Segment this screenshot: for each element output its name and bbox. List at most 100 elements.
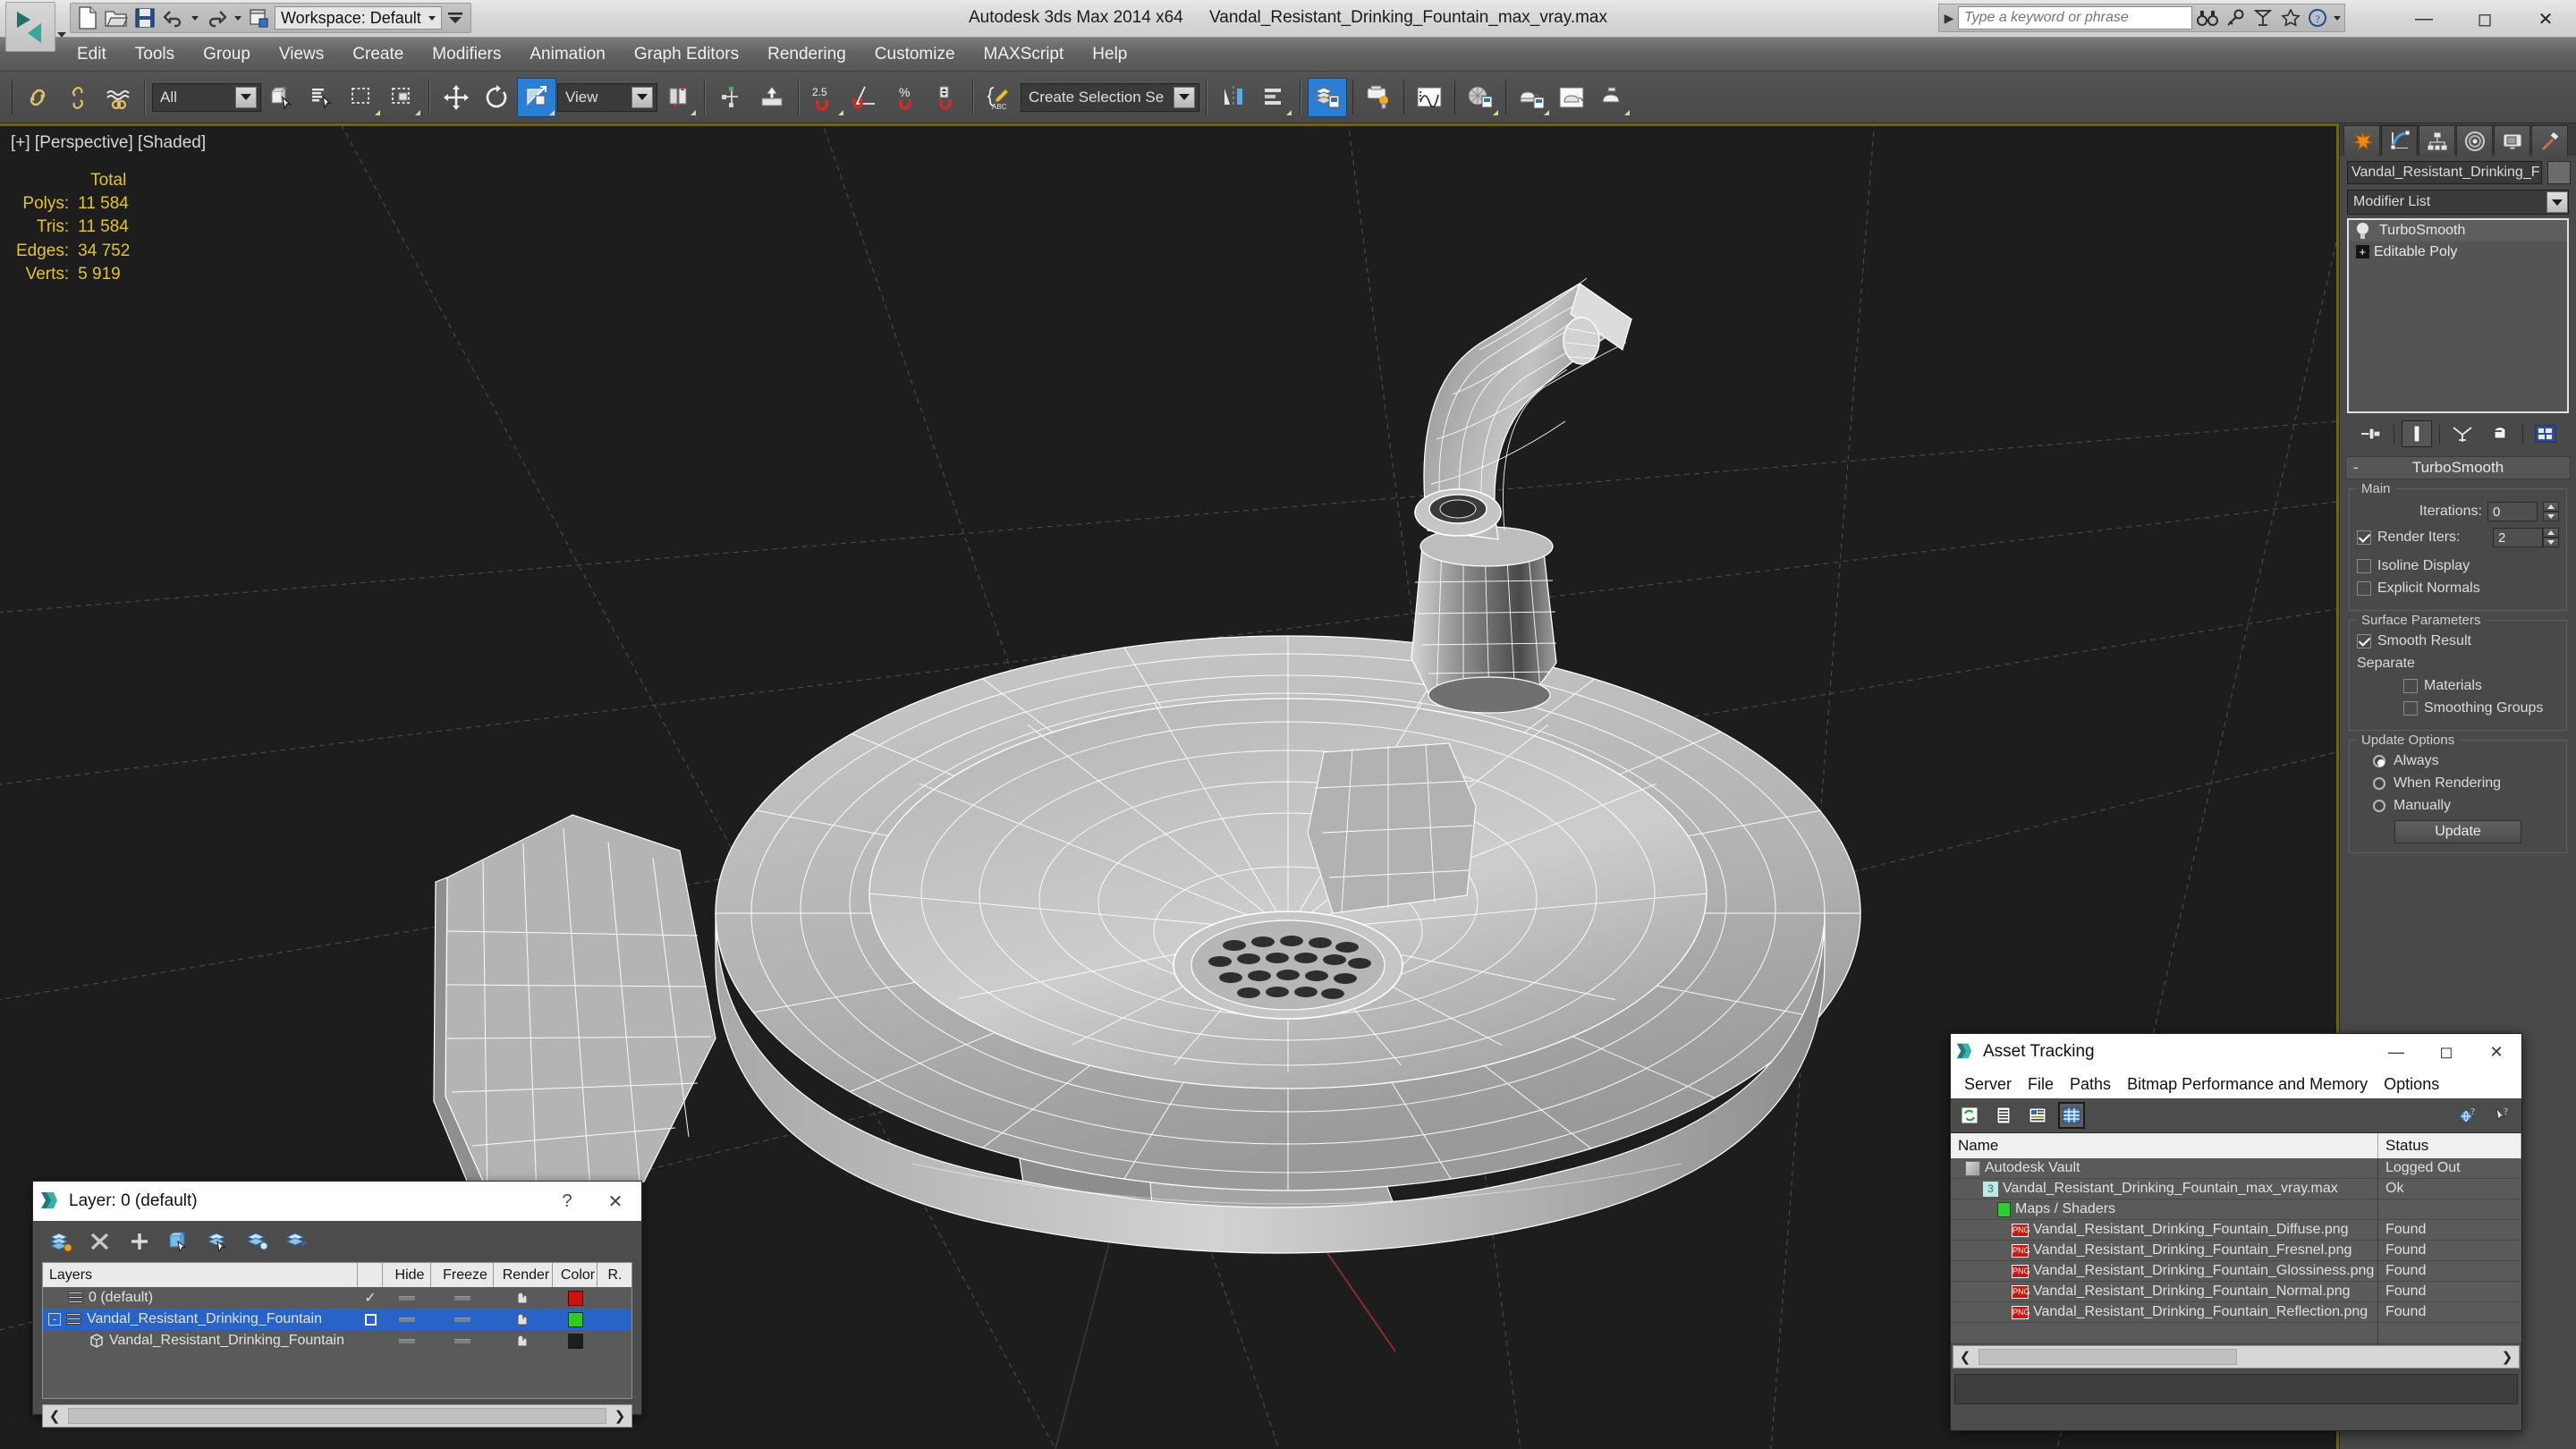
hierarchy-tab[interactable]	[2419, 125, 2455, 156]
smoothing-groups-checkbox[interactable]	[2403, 701, 2418, 716]
select-by-name-icon[interactable]	[302, 78, 342, 117]
asset-maximize-button[interactable]: ◻	[2425, 1035, 2468, 1069]
radiosity-toggle[interactable]	[597, 1287, 626, 1309]
add-selection-to-layer-icon[interactable]	[126, 1228, 153, 1255]
select-objects-in-layer-icon[interactable]	[165, 1228, 192, 1255]
workspace-selector[interactable]: Workspace: Default	[275, 6, 442, 30]
layer-color-swatch[interactable]	[553, 1330, 597, 1352]
motion-tab[interactable]	[2456, 125, 2493, 156]
key-icon[interactable]	[2223, 5, 2248, 30]
scroll-thumb[interactable]	[68, 1408, 606, 1424]
table-row[interactable]: Vandal_Resistant_Drinking_Fountain	[43, 1330, 631, 1352]
reference-coordinate-combo[interactable]: View	[557, 82, 657, 112]
current-layer-check[interactable]	[358, 1309, 383, 1330]
maximize-button[interactable]: ◻	[2454, 0, 2515, 38]
project-folder-icon[interactable]	[246, 5, 273, 30]
hide-unhide-layer-icon[interactable]	[284, 1228, 310, 1255]
asset-row-name[interactable]: PNG Vandal_Resistant_Drinking_Fountain_R…	[1951, 1301, 2378, 1323]
table-row[interactable]: 0 (default) ✓	[43, 1287, 631, 1309]
render-toggle[interactable]	[494, 1287, 553, 1309]
column-freeze[interactable]: Freeze	[431, 1263, 494, 1287]
column-current[interactable]	[358, 1263, 383, 1287]
refresh-icon[interactable]	[1956, 1102, 1983, 1129]
asset-menu-bitmap-performance[interactable]: Bitmap Performance and Memory	[2119, 1075, 2376, 1094]
render-setup-icon[interactable]	[1359, 78, 1398, 117]
create-tab[interactable]	[2343, 125, 2380, 156]
edit-named-selection-sets-icon[interactable]: ABC	[980, 78, 1020, 117]
help-dropdown-caret-icon[interactable]	[2334, 15, 2341, 21]
window-crossing-icon[interactable]	[383, 78, 422, 117]
iterations-spinner[interactable]	[2543, 502, 2559, 521]
binoculars-icon[interactable]	[2195, 5, 2220, 30]
column-hide[interactable]: Hide	[383, 1263, 431, 1287]
explicit-normals-checkbox[interactable]	[2357, 581, 2371, 596]
scroll-left-icon[interactable]: ❮	[43, 1408, 66, 1424]
always-radio[interactable]	[2373, 755, 2385, 767]
details-view-icon[interactable]	[2024, 1102, 2051, 1129]
menu-modifiers[interactable]: Modifiers	[418, 38, 515, 72]
column-render[interactable]: Render	[494, 1263, 553, 1287]
select-and-uniform-scale-icon[interactable]	[517, 77, 556, 117]
asset-row-name[interactable]: Autodesk Vault	[1951, 1157, 2378, 1179]
modifier-list-combo[interactable]: Modifier List	[2347, 190, 2569, 215]
highlight-selected-objects-layer-icon[interactable]	[244, 1228, 271, 1255]
select-link-icon[interactable]	[18, 78, 57, 117]
table-row[interactable]: PNG Vandal_Resistant_Drinking_Fountain_N…	[1951, 1281, 2521, 1302]
asset-menu-options[interactable]: Options	[2376, 1075, 2447, 1094]
asset-row-name[interactable]: 3 Vandal_Resistant_Drinking_Fountain_max…	[1951, 1178, 2378, 1199]
table-row[interactable]: PNG Vandal_Resistant_Drinking_Fountain_R…	[1951, 1301, 2521, 1323]
materials-checkbox[interactable]	[2403, 679, 2418, 693]
named-selection-sets-combo[interactable]: Create Selection Se	[1021, 82, 1199, 112]
hide-toggle[interactable]	[383, 1330, 431, 1352]
radiosity-toggle[interactable]	[597, 1309, 626, 1330]
asset-close-button[interactable]: ✕	[2475, 1035, 2518, 1069]
isoline-display-checkbox[interactable]	[2357, 559, 2371, 573]
table-row[interactable]: PNG Vandal_Resistant_Drinking_Fountain_G…	[1951, 1260, 2521, 1282]
layer-dialog-titlebar[interactable]: Layer: 0 (default) ? ✕	[33, 1182, 641, 1221]
open-file-icon[interactable]	[103, 5, 130, 30]
scroll-right-icon[interactable]: ❯	[2496, 1349, 2519, 1365]
help-globe-icon[interactable]: ?	[2455, 1102, 2482, 1129]
use-pivot-point-center-icon[interactable]	[658, 78, 698, 117]
asset-row-name[interactable]: PNG Vandal_Resistant_Drinking_Fountain_D…	[1951, 1219, 2378, 1241]
minimize-button[interactable]: —	[2394, 0, 2454, 38]
hide-toggle[interactable]	[383, 1309, 431, 1330]
menu-group[interactable]: Group	[189, 38, 265, 72]
search-expand-caret-icon[interactable]: ▶	[1943, 11, 1955, 26]
new-file-icon[interactable]	[74, 5, 101, 30]
layer-dialog-help-button[interactable]: ?	[547, 1183, 588, 1219]
unlink-selection-icon[interactable]	[58, 78, 97, 117]
align-icon[interactable]	[1254, 78, 1293, 117]
undo-dropdown-caret-icon[interactable]	[189, 5, 201, 30]
asset-row-name[interactable]: PNG Vandal_Resistant_Drinking_Fountain_N…	[1951, 1281, 2378, 1302]
scroll-left-icon[interactable]: ❮	[1953, 1349, 1977, 1365]
freeze-toggle[interactable]	[431, 1309, 494, 1330]
select-object-icon[interactable]	[262, 78, 301, 117]
snaps-toggle-icon[interactable]: 2.5	[806, 78, 845, 117]
layer-dialog-close-button[interactable]: ✕	[595, 1183, 636, 1219]
asset-horizontal-scrollbar[interactable]: ❮ ❯	[1953, 1345, 2520, 1368]
object-color-swatch[interactable]	[2547, 161, 2571, 184]
table-row[interactable]: Autodesk Vault Logged Out	[1951, 1157, 2521, 1179]
snaps-use-axis-constraints-icon[interactable]	[752, 78, 792, 117]
show-end-result-icon[interactable]	[2401, 420, 2432, 447]
table-row[interactable]: PNG Vandal_Resistant_Drinking_Fountain_D…	[1951, 1219, 2521, 1241]
rollout-header[interactable]: - TurboSmooth	[2345, 456, 2571, 479]
menu-maxscript[interactable]: MAXScript	[970, 38, 1079, 72]
layer-row-name[interactable]: - Vandal_Resistant_Drinking_Fountain	[43, 1309, 358, 1330]
freeze-toggle[interactable]	[431, 1287, 494, 1309]
asset-menu-file[interactable]: File	[2020, 1075, 2062, 1094]
asset-row-name[interactable]: PNG Vandal_Resistant_Drinking_Fountain_G…	[1951, 1260, 2378, 1282]
menu-graph-editors[interactable]: Graph Editors	[620, 38, 753, 72]
menu-help[interactable]: Help	[1078, 38, 1141, 72]
radiosity-toggle[interactable]	[597, 1330, 626, 1352]
render-iters-checkbox[interactable]	[2357, 530, 2371, 545]
menu-rendering[interactable]: Rendering	[753, 38, 860, 72]
subscription-icon[interactable]	[2250, 5, 2275, 30]
toolbar-grip[interactable]	[12, 80, 13, 114]
layer-row-name[interactable]: Vandal_Resistant_Drinking_Fountain	[43, 1330, 358, 1352]
column-layers[interactable]: Layers	[43, 1263, 358, 1287]
layer-color-swatch[interactable]	[553, 1309, 597, 1330]
menu-edit[interactable]: Edit	[63, 38, 121, 72]
schematic-view-icon[interactable]	[1461, 78, 1500, 117]
